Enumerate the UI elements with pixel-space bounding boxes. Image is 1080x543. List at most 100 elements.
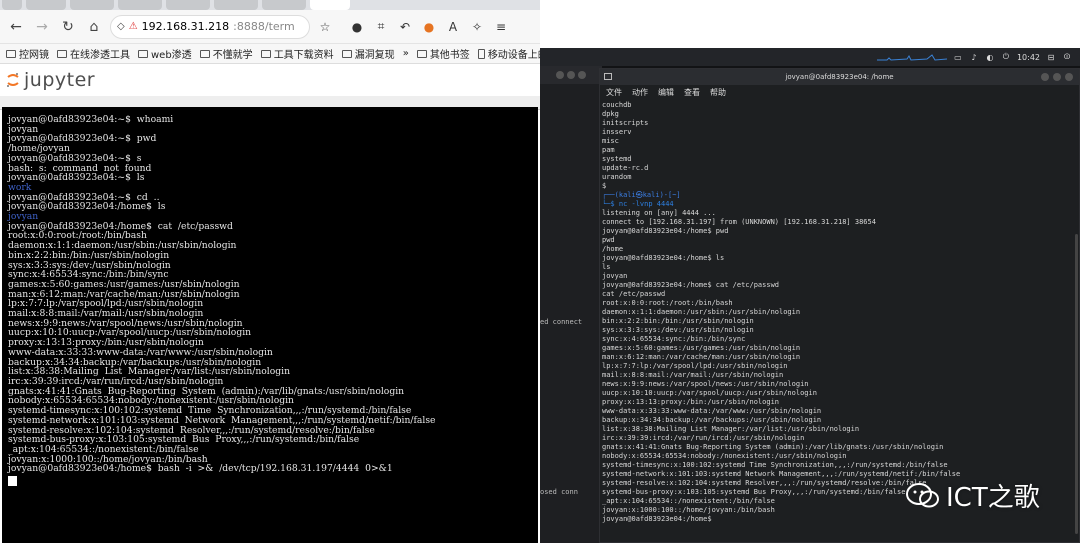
terminal-line: sys:x:3:3:sys:/dev:/usr/sbin/nologin bbox=[602, 326, 754, 334]
wechat-icon bbox=[906, 482, 940, 510]
window-button[interactable] bbox=[567, 71, 575, 79]
power-icon[interactable]: ⏻ bbox=[1001, 52, 1011, 62]
terminal-line: jovyan@0afd83923e04:/home$ ls bbox=[8, 201, 166, 213]
tab[interactable] bbox=[70, 0, 114, 10]
window-button[interactable] bbox=[556, 71, 564, 79]
bookmark-folder[interactable]: 在线渗透工具 bbox=[57, 46, 130, 61]
address-bar[interactable]: ◇ ⚠ 192.168.31.218:8888/term bbox=[110, 14, 310, 39]
menu-actions[interactable]: 动作 bbox=[632, 87, 648, 98]
bookmark-folder[interactable]: 工具下载资料 bbox=[260, 46, 334, 61]
bookmarks-overflow-icon[interactable]: » bbox=[403, 48, 409, 59]
terminal-icon bbox=[604, 73, 612, 80]
folder-icon bbox=[57, 49, 67, 58]
terminal-line: jovyan@0afd83923e04:~$ pwd bbox=[8, 133, 157, 145]
background-window[interactable]: ed connect osed conn bbox=[540, 66, 602, 543]
terminal-line: systemd-timesync:x:100:102:systemd Time … bbox=[602, 461, 948, 469]
background-text: osed conn bbox=[540, 488, 578, 496]
lock-icon[interactable]: ⊟ bbox=[1046, 52, 1056, 62]
terminal-line: $ bbox=[602, 182, 607, 190]
bookmark-folder[interactable]: 移动设备上的书签 bbox=[477, 46, 540, 61]
terminal-line: mail:x:8:8:mail:/var/mail:/usr/sbin/nolo… bbox=[602, 371, 784, 379]
folder-icon bbox=[416, 49, 427, 58]
cpu-graph bbox=[876, 53, 947, 61]
bookmark-folder[interactable]: web渗透 bbox=[138, 46, 192, 61]
terminal-line: listening on [any] 4444 ... bbox=[602, 209, 716, 217]
terminal-line: root:x:0:0:root:/root:/bin/bash bbox=[602, 299, 733, 307]
volume-icon[interactable]: ◐ bbox=[985, 52, 995, 62]
minimize-button[interactable] bbox=[1041, 73, 1049, 81]
terminal-line: uucp:x:10:10:uucp:/var/spool/uucp:/usr/s… bbox=[602, 389, 817, 397]
bookmark-folder[interactable]: 控网镜 bbox=[6, 46, 49, 61]
terminal-line: lp:x:7:7:lp:/var/spool/lpd:/usr/sbin/nol… bbox=[602, 362, 788, 370]
bookmark-folder[interactable]: 不懂就学 bbox=[199, 46, 253, 61]
tab[interactable] bbox=[26, 0, 66, 10]
terminal-line: jovyan@0afd83923e04:/home$ bbox=[602, 515, 712, 523]
terminal-title: jovyan@0afd83923e04: /home bbox=[785, 73, 894, 81]
terminal-line: dpkg bbox=[602, 110, 619, 118]
back-icon[interactable]: ← bbox=[6, 17, 26, 37]
terminal-line: pwd bbox=[602, 236, 615, 244]
bookmark-folder[interactable]: 漏洞复现 bbox=[341, 46, 395, 61]
tab[interactable] bbox=[2, 0, 22, 10]
terminal-output[interactable]: couchdb dpkg initscripts insserv misc pam syst… bbox=[600, 99, 1079, 541]
tab[interactable] bbox=[262, 0, 306, 10]
terminal-line: ls bbox=[602, 263, 611, 271]
terminal-line: daemon:x:1:1:daemon:/usr/sbin:/usr/sbin/… bbox=[602, 308, 801, 316]
terminal-line: initscripts bbox=[602, 119, 649, 127]
logout-icon[interactable]: ⏼ bbox=[1062, 52, 1072, 62]
close-button[interactable] bbox=[1065, 73, 1073, 81]
web-terminal[interactable]: jovyan@0afd83923e04:~$ whoami jovyan jovya… bbox=[2, 107, 538, 543]
menu-icon[interactable]: ≡ bbox=[492, 18, 510, 36]
terminal-line: news:x:9:9:news:/var/spool/news:/usr/sbi… bbox=[602, 380, 809, 388]
fox-icon[interactable]: ● bbox=[420, 18, 438, 36]
translate-icon[interactable]: A bbox=[444, 18, 462, 36]
menu-help[interactable]: 帮助 bbox=[710, 87, 726, 98]
extension-icon[interactable]: ● bbox=[348, 18, 366, 36]
terminal-line: jovyan@0afd83923e04:~$ whoami bbox=[8, 114, 174, 125]
terminal-line: ┌──(kali㉿kali)-[~] bbox=[602, 191, 681, 199]
screen-icon[interactable]: ▭ bbox=[953, 52, 963, 62]
screen-top-area bbox=[540, 0, 1080, 48]
jupyter-wordmark[interactable]: jupyter bbox=[24, 69, 95, 91]
scrollbar[interactable] bbox=[1075, 234, 1078, 534]
kali-terminal-window[interactable]: jovyan@0afd83923e04: /home 文件 动作 编辑 查看 帮… bbox=[599, 68, 1080, 543]
tab-active[interactable] bbox=[310, 0, 350, 10]
terminal-line: insserv bbox=[602, 128, 632, 136]
tab[interactable] bbox=[166, 0, 210, 10]
bookmark-star-icon[interactable]: ☆ bbox=[316, 18, 334, 36]
terminal-line: pam bbox=[602, 146, 615, 154]
top-panel: ▭ ♪ ◐ ⏻ 10:42 ⊟ ⏼ bbox=[540, 48, 1080, 66]
browser-window: ← → ↻ ⌂ ◇ ⚠ 192.168.31.218:8888/term ☆ ●… bbox=[0, 0, 540, 543]
bookmarks-bar: 控网镜 在线渗透工具 web渗透 不懂就学 工具下载资料 漏洞复现 » 其他书签… bbox=[0, 44, 540, 64]
terminal-line: misc bbox=[602, 137, 619, 145]
terminal-line: jovyan@0afd83923e04:/home$ ls bbox=[602, 254, 725, 262]
terminal-line: cat /etc/passwd bbox=[602, 290, 666, 298]
terminal-titlebar[interactable]: jovyan@0afd83923e04: /home bbox=[600, 69, 1079, 85]
home-icon[interactable]: ⌂ bbox=[84, 17, 104, 37]
crop-icon[interactable]: ⌗ bbox=[372, 18, 390, 36]
puzzle-icon[interactable]: ✧ bbox=[468, 18, 486, 36]
menu-view[interactable]: 查看 bbox=[684, 87, 700, 98]
terminal-line: gnats:x:41:41:Gnats Bug-Reporting System… bbox=[602, 443, 944, 451]
terminal-line: couchdb bbox=[602, 101, 632, 109]
terminal-line: backup:x:34:34:backup:/var/backups:/usr/… bbox=[602, 416, 822, 424]
window-button[interactable] bbox=[578, 71, 586, 79]
url-host: 192.168.31.218 bbox=[141, 20, 230, 33]
terminal-line: /home bbox=[602, 245, 624, 253]
menu-edit[interactable]: 编辑 bbox=[658, 87, 674, 98]
tab[interactable] bbox=[214, 0, 258, 10]
menu-file[interactable]: 文件 bbox=[606, 87, 622, 98]
maximize-button[interactable] bbox=[1053, 73, 1061, 81]
terminal-line: connect to [192.168.31.197] from (UNKNOW… bbox=[602, 218, 876, 226]
insecure-icon: ⚠ bbox=[128, 21, 138, 32]
folder-icon bbox=[199, 49, 210, 58]
bell-icon[interactable]: ♪ bbox=[969, 52, 979, 62]
terminal-line: proxy:x:13:13:proxy:/bin:/usr/sbin/nolog… bbox=[602, 398, 780, 406]
bookmark-folder[interactable]: 其他书签 bbox=[416, 46, 470, 61]
url-path: :8888/term bbox=[233, 20, 295, 33]
tab[interactable] bbox=[118, 0, 162, 10]
folder-icon bbox=[341, 49, 352, 58]
undo-icon[interactable]: ↶ bbox=[396, 18, 414, 36]
reload-icon[interactable]: ↻ bbox=[58, 17, 78, 37]
forward-icon[interactable]: → bbox=[32, 17, 52, 37]
